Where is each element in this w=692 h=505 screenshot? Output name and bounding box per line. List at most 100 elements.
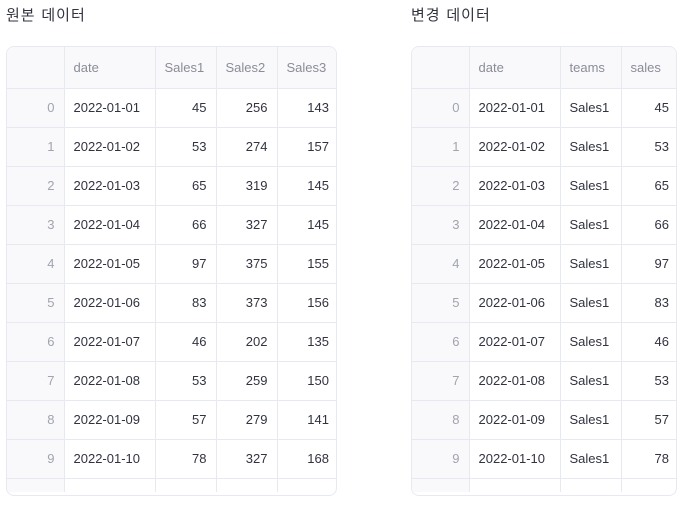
cell-sales2[interactable]: 259 [216, 361, 278, 401]
cell-sales3[interactable]: 135 [277, 322, 336, 362]
transformed-data-title: 변경 데이터 [411, 6, 491, 24]
cell-sales[interactable]: 78 [621, 439, 676, 479]
row-index: 9 [412, 439, 470, 479]
cell-sales[interactable]: 53 [621, 127, 676, 167]
cell-sales2[interactable]: 202 [216, 322, 278, 362]
cell-team[interactable]: Sales1 [560, 244, 622, 284]
cell-team[interactable]: Sales1 [560, 283, 622, 323]
cell-sales2[interactable]: 274 [216, 127, 278, 167]
cell-sales3[interactable]: 155 [277, 244, 336, 284]
cell-team[interactable]: Sales1 [560, 166, 622, 206]
cell-date[interactable]: 2022-01-07 [64, 322, 156, 362]
cell-sales2[interactable]: 256 [216, 88, 278, 128]
cell-date[interactable]: 2022-01-02 [469, 127, 561, 167]
cell-team[interactable]: Sales1 [560, 88, 622, 128]
table-row: 3 2022-01-04 Sales1 66 [412, 205, 676, 245]
cell-date[interactable]: 2022-01-05 [469, 244, 561, 284]
cell-date[interactable]: 2022-01-03 [64, 166, 156, 206]
cell-sales1[interactable]: 78 [155, 439, 217, 479]
cell-sales1[interactable]: 53 [155, 361, 217, 401]
column-header-sales1[interactable]: Sales1 [155, 47, 217, 89]
row-index: 7 [7, 361, 65, 401]
cell-date[interactable]: 2022-01-06 [469, 283, 561, 323]
cell-date[interactable]: 2022-01-04 [469, 205, 561, 245]
original-data-title: 원본 데이터 [6, 6, 86, 24]
cell-date[interactable]: 2022-01-08 [64, 361, 156, 401]
cell-team[interactable]: Sales1 [560, 322, 622, 362]
cell-sales2[interactable]: 327 [216, 439, 278, 479]
cell-sales1[interactable]: 46 [155, 322, 217, 362]
cell-sales1[interactable]: 83 [155, 283, 217, 323]
cell-date[interactable]: 2022-01-01 [64, 88, 156, 128]
column-header-sales3[interactable]: Sales3 [277, 47, 336, 89]
cell-sales[interactable]: 83 [621, 283, 676, 323]
cell-sales3[interactable]: 168 [277, 439, 336, 479]
table-row: 4 2022-01-05 97 375 155 [7, 244, 336, 284]
table-row: 7 2022-01-08 Sales1 53 [412, 361, 676, 401]
cell-team[interactable]: Sales1 [560, 127, 622, 167]
cell-sales[interactable]: 65 [621, 166, 676, 206]
cell-team[interactable]: Sales1 [560, 205, 622, 245]
cell-team[interactable]: Sales1 [560, 361, 622, 401]
cell-date[interactable]: 2022-01-06 [64, 283, 156, 323]
cell-team[interactable]: Sales1 [560, 400, 622, 440]
cell-date[interactable]: 2022-01-04 [64, 205, 156, 245]
cell-sales3[interactable]: 157 [277, 127, 336, 167]
cell-sales[interactable]: 97 [621, 244, 676, 284]
cell-date[interactable]: 2022-01-02 [64, 127, 156, 167]
table-row-partial [412, 478, 676, 492]
cell-date[interactable]: 2022-01-07 [469, 322, 561, 362]
cell-date[interactable]: 2022-01-10 [64, 439, 156, 479]
cell-date[interactable]: 2022-01-09 [64, 400, 156, 440]
transformed-data-table: date teams sales 0 2022-01-01 Sales1 45 1 20… [412, 47, 676, 492]
original-data-table: date Sales1 Sales2 Sales3 0 2022-01-01 45 2… [7, 47, 336, 492]
column-header-date[interactable]: date [64, 47, 156, 89]
cell-sales[interactable]: 57 [621, 400, 676, 440]
column-header-sales[interactable]: sales [621, 47, 676, 89]
table-row: 1 2022-01-02 53 274 157 [7, 127, 336, 167]
cell-sales1[interactable]: 97 [155, 244, 217, 284]
transformed-data-table-frame[interactable]: date teams sales 0 2022-01-01 Sales1 45 1 20… [411, 46, 677, 496]
cell-sales[interactable]: 46 [621, 322, 676, 362]
cell-date[interactable]: 2022-01-05 [64, 244, 156, 284]
cell-sales3[interactable]: 145 [277, 166, 336, 206]
cell-team[interactable]: Sales1 [560, 439, 622, 479]
cell-date[interactable]: 2022-01-10 [469, 439, 561, 479]
cell-date[interactable]: 2022-01-09 [469, 400, 561, 440]
cell-sales2[interactable]: 319 [216, 166, 278, 206]
table-row: 0 2022-01-01 Sales1 45 [412, 88, 676, 128]
column-header-teams[interactable]: teams [560, 47, 622, 89]
cell-sales1[interactable]: 45 [155, 88, 217, 128]
cell-sales2[interactable]: 375 [216, 244, 278, 284]
cell-sales2[interactable]: 373 [216, 283, 278, 323]
cell-sales[interactable]: 66 [621, 205, 676, 245]
cell-date[interactable]: 2022-01-01 [469, 88, 561, 128]
cell-sales1[interactable]: 66 [155, 205, 217, 245]
column-header-sales2[interactable]: Sales2 [216, 47, 278, 89]
table-row: 2 2022-01-03 65 319 145 [7, 166, 336, 206]
cell-sales1[interactable]: 57 [155, 400, 217, 440]
original-data-table-frame[interactable]: date Sales1 Sales2 Sales3 0 2022-01-01 45 2… [6, 46, 337, 496]
cell-sales[interactable]: 53 [621, 361, 676, 401]
cell-sales2[interactable]: 279 [216, 400, 278, 440]
row-index: 6 [412, 322, 470, 362]
table-row: 7 2022-01-08 53 259 150 [7, 361, 336, 401]
cell-sales[interactable]: 45 [621, 88, 676, 128]
table-row: 9 2022-01-10 78 327 168 [7, 439, 336, 479]
table-row: 3 2022-01-04 66 327 145 [7, 205, 336, 245]
cell-sales3[interactable]: 145 [277, 205, 336, 245]
cell-sales1[interactable]: 65 [155, 166, 217, 206]
row-index: 8 [412, 400, 470, 440]
cell-sales3[interactable]: 143 [277, 88, 336, 128]
cell-date[interactable]: 2022-01-03 [469, 166, 561, 206]
row-index: 7 [412, 361, 470, 401]
cell-sales3[interactable]: 141 [277, 400, 336, 440]
cell-date[interactable]: 2022-01-08 [469, 361, 561, 401]
table-row: 4 2022-01-05 Sales1 97 [412, 244, 676, 284]
cell-sales1[interactable]: 53 [155, 127, 217, 167]
table-row: 2 2022-01-03 Sales1 65 [412, 166, 676, 206]
cell-sales2[interactable]: 327 [216, 205, 278, 245]
cell-sales3[interactable]: 156 [277, 283, 336, 323]
cell-sales3[interactable]: 150 [277, 361, 336, 401]
column-header-date[interactable]: date [469, 47, 561, 89]
